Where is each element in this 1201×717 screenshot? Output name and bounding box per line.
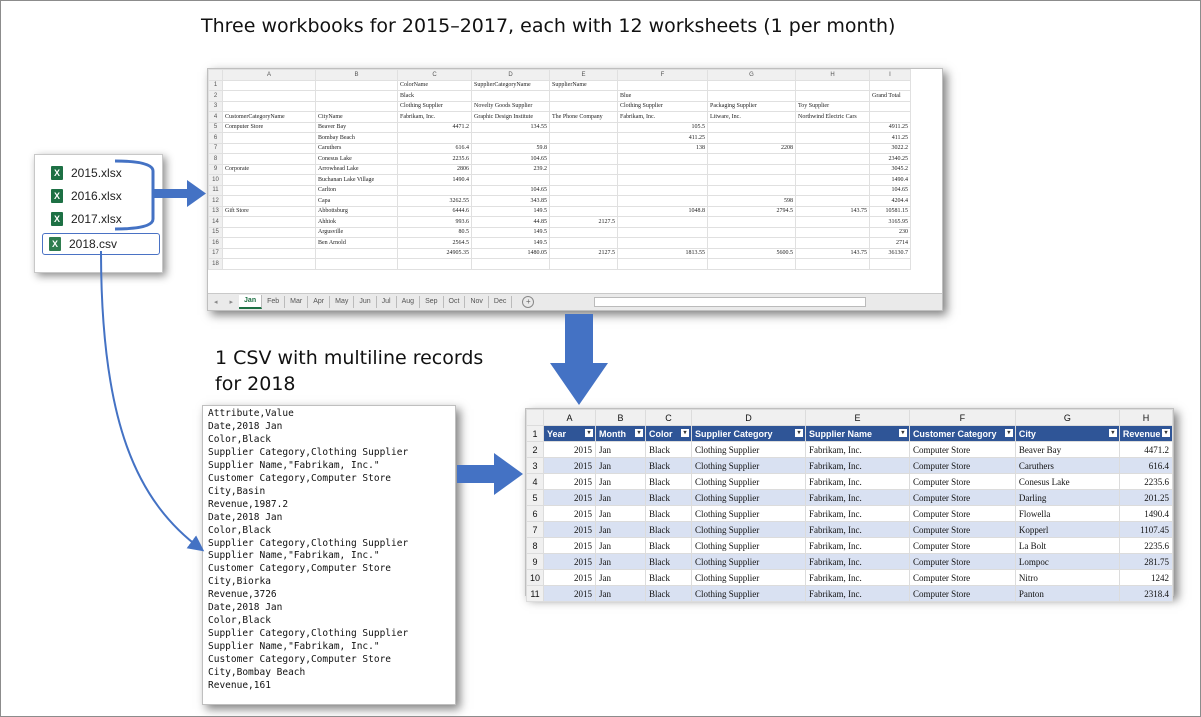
- csv-file-to-text-arrow-shape: [100, 250, 205, 552]
- xlsx-bracket-shape: [114, 159, 155, 231]
- csv-to-table-arrow-shape: [457, 453, 523, 495]
- xlsx-to-pivot-arrow-shape: [154, 180, 206, 207]
- arrows-layer: [100, 159, 608, 552]
- pivot-to-table-arrow-shape: [550, 314, 608, 405]
- diagram-canvas: Three workbooks for 2015–2017, each with…: [0, 0, 1201, 717]
